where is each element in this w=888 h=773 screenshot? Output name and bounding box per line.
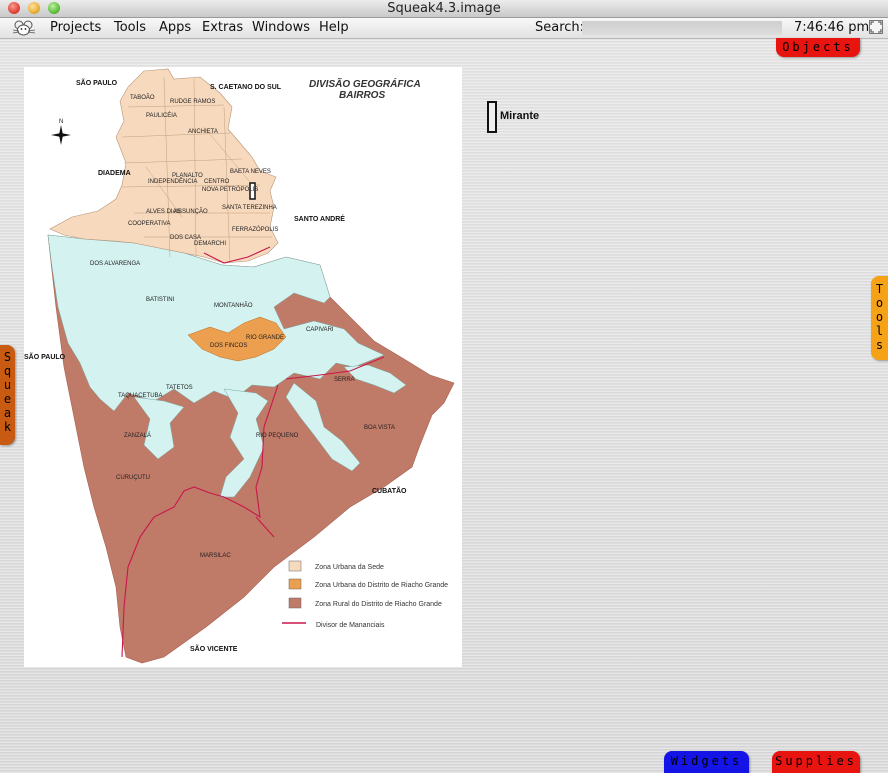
tools-flap-letter: T (875, 282, 884, 296)
mirante-morph-handle[interactable] (487, 101, 497, 133)
mirante-label[interactable]: Mirante (500, 110, 539, 122)
district-label: TATETOS (166, 385, 193, 391)
district-label: CURUÇUTU (116, 475, 150, 481)
district-label: ZANZALÁ (124, 432, 151, 439)
menu-projects[interactable]: Projects (50, 20, 101, 35)
label-sao-caetano: S. CAETANO DO SUL (210, 84, 282, 91)
squeak-flap-letter: a (3, 406, 12, 420)
label-diadema: DIADEMA (98, 170, 131, 177)
urban-zone-area (49, 68, 279, 264)
map-image-morph[interactable]: N DIVISÃO GEOGRÁFICA BAIRROS SÃO PAULO S… (24, 67, 462, 667)
menu-windows[interactable]: Windows (252, 20, 310, 35)
compass-rose-icon: N (51, 119, 71, 145)
tools-flap-tab[interactable]: T o o l s (871, 276, 888, 360)
district-label: SERRA (334, 377, 355, 383)
district-label: RUDGE RAMOS (170, 99, 215, 105)
district-label: DOS ALVARENGA (90, 261, 140, 267)
label-sao-vicente: SÃO VICENTE (190, 644, 238, 653)
district-label: INDEPENDÊNCIA (148, 177, 197, 185)
district-label: SANTA TEREZINHA (222, 205, 277, 211)
menu-help[interactable]: Help (319, 20, 349, 35)
neighborhood-map: N DIVISÃO GEOGRÁFICA BAIRROS SÃO PAULO S… (24, 68, 455, 664)
svg-text:N: N (59, 119, 63, 125)
map-title-line2: BAIRROS (339, 90, 385, 101)
district-label: TAQUACETUBA (118, 393, 163, 399)
window-title-bar[interactable]: Squeak4.3.image (0, 0, 888, 18)
tools-flap-letter: s (875, 338, 884, 352)
menu-apps[interactable]: Apps (159, 20, 191, 35)
supplies-flap-tab[interactable]: Supplies (772, 751, 860, 773)
world-menu-bar: Projects Tools Apps Extras Windows Help … (0, 18, 888, 39)
district-label: MONTANHÃO (214, 302, 253, 309)
legend-swatch-urban (288, 560, 302, 572)
map-title-line1: DIVISÃO GEOGRÁFICA (309, 77, 421, 90)
district-label: RIO PEQUENO (256, 433, 299, 439)
district-label: DEMARCHI (194, 241, 226, 247)
squeak-mouse-logo-icon[interactable] (11, 19, 37, 37)
legend-swatch-rural (288, 597, 302, 609)
district-label: BAETA NEVES (230, 169, 271, 175)
widgets-flap-tab[interactable]: Widgets (664, 751, 749, 773)
district-label: DOS FINCOS (210, 343, 247, 349)
district-label: PAULICÉIA (146, 112, 177, 119)
label-sao-paulo-top: SÃO PAULO (76, 78, 118, 87)
district-label: BATISTINI (146, 297, 175, 303)
district-label: ANCHIETA (188, 129, 218, 135)
legend-label: Divisor de Mananciais (316, 622, 385, 629)
menu-tools[interactable]: Tools (114, 20, 146, 35)
district-label: TABOÃO (130, 94, 155, 101)
district-label: CENTRO (204, 179, 230, 185)
label-cubatao: CUBATÃO (372, 486, 407, 495)
district-label: NOVA PETRÓPOLIS (202, 186, 258, 193)
legend-label: Zona Urbana da Sede (315, 564, 384, 571)
legend-label: Zona Rural do Distrito de Riacho Grande (315, 601, 442, 608)
map-legend: Zona Urbana da Sede Zona Urbana do Distr… (282, 560, 448, 629)
legend-label: Zona Urbana do Distrito de Riacho Grande (315, 582, 448, 589)
squeak-flap-tab[interactable]: S q u e a k (0, 345, 15, 445)
tools-flap-letter: l (875, 324, 884, 338)
label-santo-andre: SANTO ANDRÉ (294, 214, 345, 223)
clock-display: 7:46:46 pm (794, 20, 870, 35)
search-label: Search: (535, 20, 585, 35)
squeak-flap-letter: u (3, 378, 12, 392)
fullscreen-toggle-icon[interactable] (869, 20, 883, 34)
district-label: RIO GRANDE (246, 335, 284, 341)
search-input[interactable] (582, 21, 782, 35)
squeak-flap-letter: S (3, 350, 12, 364)
district-label: COOPERATIVA (128, 221, 170, 227)
window-title: Squeak4.3.image (387, 1, 501, 16)
district-label: CAPIVARI (306, 327, 334, 333)
tools-flap-letter: o (875, 310, 884, 324)
district-label: BOA VISTA (364, 425, 395, 431)
objects-flap-tab[interactable]: Objects (776, 38, 860, 57)
menu-extras[interactable]: Extras (202, 20, 243, 35)
district-label: FERRAZÓPOLIS (232, 226, 278, 233)
squeak-flap-letter: e (3, 392, 12, 406)
district-label: ASSUNÇÃO (174, 208, 208, 215)
district-label: MARSILAC (200, 553, 231, 559)
legend-swatch-riacho-urban (288, 578, 302, 590)
squeak-flap-letter: q (3, 364, 12, 378)
squeak-flap-letter: k (3, 420, 12, 434)
tools-flap-letter: o (875, 296, 884, 310)
label-sao-paulo-left: SÃO PAULO (24, 352, 66, 361)
